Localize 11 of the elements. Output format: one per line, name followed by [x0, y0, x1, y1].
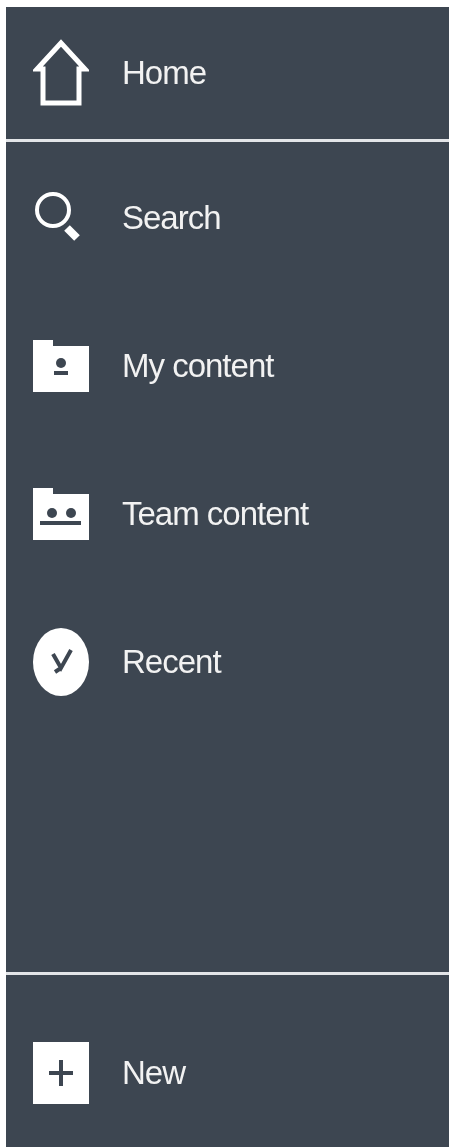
nav-link[interactable]: New [122, 1048, 186, 1098]
home-icon [33, 39, 89, 107]
nav-link[interactable]: Team content [122, 489, 309, 539]
folder-people-icon [33, 488, 89, 540]
plus-icon [33, 1042, 89, 1104]
nav-link[interactable]: Recent [122, 637, 221, 687]
nav-link[interactable]: Home [122, 48, 207, 98]
folder-person-icon [33, 340, 89, 392]
nav-link[interactable]: My content [122, 341, 274, 391]
clock-icon [33, 628, 89, 696]
nav-link[interactable]: Search [122, 193, 221, 243]
